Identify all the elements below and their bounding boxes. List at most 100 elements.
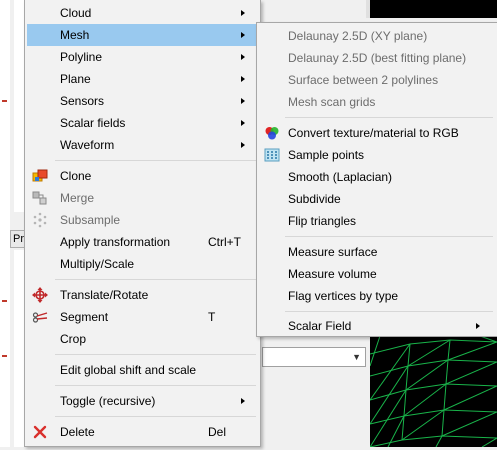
chevron-right-icon	[241, 120, 245, 126]
menu-item-label: Flag vertices by type	[288, 289, 399, 303]
menu-item-label: Edit global shift and scale	[60, 363, 197, 377]
submenu-item-delaunay-best-fit[interactable]: Delaunay 2.5D (best fitting plane)	[259, 47, 495, 69]
menu-item-delete[interactable]: Delete Del	[27, 421, 258, 443]
submenu-item-flag-vertices[interactable]: Flag vertices by type	[259, 285, 495, 307]
menu-item-merge[interactable]: Merge	[27, 187, 258, 209]
menu-item-label: Cloud	[60, 6, 92, 20]
menu-item-segment[interactable]: Segment T	[27, 306, 258, 328]
menu-separator	[55, 279, 256, 280]
translate-rotate-icon	[32, 287, 48, 303]
chevron-right-icon	[241, 142, 245, 148]
menu-item-label: Scalar Field	[288, 319, 352, 333]
menu-item-label: Polyline	[60, 50, 103, 64]
menu-item-label: Segment	[60, 310, 109, 324]
menu-separator	[285, 117, 493, 118]
menu-item-sensors[interactable]: Sensors	[27, 90, 258, 112]
toolbar-mark	[2, 100, 7, 102]
submenu-item-subdivide[interactable]: Subdivide	[259, 188, 495, 210]
menu-item-label: Convert texture/material to RGB	[288, 126, 459, 140]
chevron-right-icon	[241, 10, 245, 16]
submenu-item-surface-between-polylines[interactable]: Surface between 2 polylines	[259, 69, 495, 91]
menu-item-label: Sample points	[288, 148, 365, 162]
menu-item-shortcut: T	[208, 310, 216, 324]
submenu-item-delaunay-xy[interactable]: Delaunay 2.5D (XY plane)	[259, 25, 495, 47]
menu-item-label: Flip triangles	[288, 214, 357, 228]
submenu-item-scalar-field[interactable]: Scalar Field	[259, 315, 495, 337]
menu-item-label: Translate/Rotate	[60, 288, 149, 302]
toolbar-mark	[2, 355, 7, 357]
submenu-item-flip-triangles[interactable]: Flip triangles	[259, 210, 495, 232]
menu-item-label: Plane	[60, 72, 91, 86]
submenu-item-measure-surface[interactable]: Measure surface	[259, 241, 495, 263]
chevron-right-icon	[241, 398, 245, 404]
menu-item-subsample[interactable]: Subsample	[27, 209, 258, 231]
menu-item-mesh[interactable]: Mesh	[27, 24, 258, 46]
menu-item-label: Scalar fields	[60, 116, 126, 130]
menu-item-label: Delaunay 2.5D (best fitting plane)	[288, 51, 467, 65]
chevron-down-icon: ▼	[352, 352, 361, 362]
rgb-circles-icon	[265, 127, 279, 140]
menu-separator	[55, 416, 256, 417]
menu-item-label: Subdivide	[288, 192, 341, 206]
3d-view-mesh[interactable]	[369, 335, 497, 448]
menu-item-label: Surface between 2 polylines	[288, 73, 439, 87]
menu-item-shortcut: Del	[208, 425, 227, 439]
menu-item-shortcut: Ctrl+T	[208, 235, 241, 249]
menu-item-multiply-scale[interactable]: Multiply/Scale	[27, 253, 258, 275]
chevron-right-icon	[241, 98, 245, 104]
menu-item-label: Mesh	[60, 28, 90, 42]
menu-item-label: Sensors	[60, 94, 105, 108]
menu-item-label: Merge	[60, 191, 95, 205]
submenu-item-smooth-laplacian[interactable]: Smooth (Laplacian)	[259, 166, 495, 188]
submenu-item-sample-points[interactable]: Sample points	[259, 144, 495, 166]
chevron-right-icon	[241, 76, 245, 82]
menu-item-clone[interactable]: Clone	[27, 165, 258, 187]
menu-item-label: Toggle (recursive)	[60, 394, 156, 408]
menu-separator	[55, 160, 256, 161]
menu-item-label: Measure surface	[288, 245, 378, 259]
menu-item-edit-global-shift[interactable]: Edit global shift and scale	[27, 359, 258, 381]
delete-icon	[33, 425, 47, 439]
sample-points-icon	[264, 148, 280, 162]
menu-item-label: Multiply/Scale	[60, 257, 135, 271]
mesh-submenu: Delaunay 2.5D (XY plane) Delaunay 2.5D (…	[256, 22, 497, 337]
menu-item-toggle-recursive[interactable]: Toggle (recursive)	[27, 390, 258, 412]
menu-item-label: Clone	[60, 169, 92, 183]
menu-separator	[285, 236, 493, 237]
menu-item-label: Crop	[60, 332, 87, 346]
mesh-wireframe	[369, 335, 497, 448]
chevron-right-icon	[241, 32, 245, 38]
menu-item-polyline[interactable]: Polyline	[27, 46, 258, 68]
menu-item-label: Delete	[60, 425, 95, 439]
menu-item-label: Measure volume	[288, 267, 377, 281]
menu-separator	[55, 354, 256, 355]
submenu-item-mesh-scan-grids[interactable]: Mesh scan grids	[259, 91, 495, 113]
submenu-item-measure-volume[interactable]: Measure volume	[259, 263, 495, 285]
menu-item-label: Subsample	[60, 213, 121, 227]
background-combobox[interactable]: ▼	[262, 347, 366, 367]
context-menu: Cloud Mesh Polyline Plane Sensors Scalar…	[24, 0, 261, 447]
menu-separator	[285, 311, 493, 312]
menu-item-translate-rotate[interactable]: Translate/Rotate	[27, 284, 258, 306]
menu-separator	[55, 385, 256, 386]
merge-icon	[32, 191, 47, 205]
menu-item-cloud[interactable]: Cloud	[27, 2, 258, 24]
menu-item-label: Smooth (Laplacian)	[288, 170, 393, 184]
scissors-icon	[32, 312, 48, 323]
toolbar-mark	[2, 300, 7, 302]
menu-item-label: Waveform	[60, 138, 115, 152]
menu-item-label: Mesh scan grids	[288, 95, 376, 109]
menu-item-crop[interactable]: Crop	[27, 328, 258, 350]
clone-icon	[32, 169, 48, 182]
subsample-icon	[33, 212, 47, 228]
menu-item-apply-transformation[interactable]: Apply transformation Ctrl+T	[27, 231, 258, 253]
chevron-right-icon	[241, 54, 245, 60]
menu-item-scalar-fields[interactable]: Scalar fields	[27, 112, 258, 134]
3d-view-top[interactable]	[370, 0, 497, 18]
chevron-right-icon	[476, 323, 480, 329]
menu-item-waveform[interactable]: Waveform	[27, 134, 258, 156]
menu-item-label: Delaunay 2.5D (XY plane)	[288, 29, 428, 43]
menu-item-plane[interactable]: Plane	[27, 68, 258, 90]
submenu-item-convert-texture[interactable]: Convert texture/material to RGB	[259, 122, 495, 144]
menu-item-label: Apply transformation	[60, 235, 171, 249]
